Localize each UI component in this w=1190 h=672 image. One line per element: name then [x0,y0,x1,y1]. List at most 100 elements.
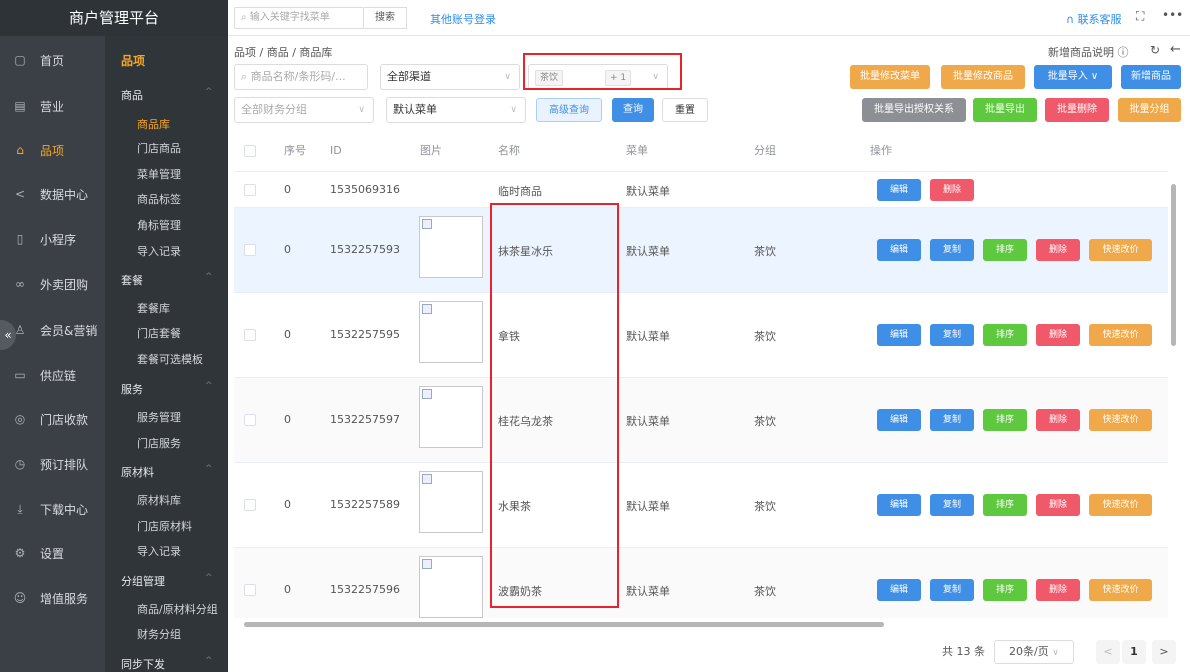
copy-button[interactable]: 复制 [930,239,974,261]
nav-item-delivery[interactable]: ∞ 外卖团购 [0,274,105,294]
section-combo[interactable]: 套餐 ^ [121,272,213,288]
section-goods[interactable]: 商品 ^ [121,87,213,103]
nav-item-data-center[interactable]: < 数据中心 [0,184,105,204]
vertical-scrollbar[interactable] [1170,172,1178,612]
finance-group-select[interactable]: 全部财务分组 ∨ [234,97,374,123]
row-checkbox[interactable] [244,329,256,341]
contact-service-link[interactable]: ∩ 联系客服 [1066,11,1122,27]
row-checkbox[interactable] [244,184,256,196]
edit-button[interactable]: 编辑 [877,579,921,601]
select-all-checkbox[interactable] [244,145,256,157]
copy-button[interactable]: 复制 [930,494,974,516]
query-button[interactable]: 查询 [612,98,654,122]
row-checkbox[interactable] [244,584,256,596]
nav-item-mini-program[interactable]: ▯ 小程序 [0,229,105,249]
menu-search-button[interactable]: 搜索 [364,7,407,29]
edit-button[interactable]: 编辑 [877,179,921,201]
batch-group-button[interactable]: 批量分组 [1118,98,1181,122]
advanced-query-button[interactable]: 高级查询 [536,98,602,122]
batch-export-button[interactable]: 批量导出 [973,98,1037,122]
copy-button[interactable]: 复制 [930,324,974,346]
sub-item-finance-group[interactable]: 财务分组 [137,626,181,642]
sort-button[interactable]: 排序 [983,239,1027,261]
sort-button[interactable]: 排序 [983,494,1027,516]
page-size-select[interactable]: 20条/页 ∨ [994,640,1074,664]
edit-button[interactable]: 编辑 [877,239,921,261]
refresh-icon[interactable]: ↻ [1150,43,1160,57]
delete-button[interactable]: 删除 [1036,579,1080,601]
delete-button[interactable]: 删除 [1036,324,1080,346]
sub-item-store-goods[interactable]: 门店商品 [137,140,181,156]
nav-item-download[interactable]: ⤓ 下载中心 [0,499,105,519]
help-link[interactable]: 新增商品说明 ⓘ [1048,44,1129,60]
sub-item-material-import-log[interactable]: 导入记录 [137,543,181,559]
batch-delete-button[interactable]: 批量删除 [1045,98,1109,122]
next-page-button[interactable]: > [1152,640,1176,664]
delete-button[interactable]: 删除 [1036,409,1080,431]
sort-button[interactable]: 排序 [983,409,1027,431]
sub-item-material-library[interactable]: 原材料库 [137,492,181,508]
nav-item-business[interactable]: ▤ 营业 [0,96,105,116]
page-number[interactable]: 1 [1122,640,1146,664]
batch-edit-menu-button[interactable]: 批量修改菜单 [850,65,930,89]
sub-item-store-service[interactable]: 门店服务 [137,435,181,451]
sort-button[interactable]: 排序 [983,324,1027,346]
product-search-input[interactable]: ⌕ 商品名称/条形码/... [234,64,368,90]
nav-item-supply[interactable]: ▭ 供应链 [0,365,105,385]
quick-price-button[interactable]: 快速改价 [1089,409,1152,431]
section-sync[interactable]: 同步下发 ^ [121,656,213,672]
sub-item-store-combo[interactable]: 门店套餐 [137,325,181,341]
nav-item-payment[interactable]: ◎ 门店收款 [0,409,105,429]
sub-item-menu-manage[interactable]: 菜单管理 [137,166,181,182]
edit-button[interactable]: 编辑 [877,409,921,431]
batch-import-button[interactable]: 批量导入 ∨ [1034,65,1112,89]
batch-export-auth-button[interactable]: 批量导出授权关系 [862,98,966,122]
quick-price-button[interactable]: 快速改价 [1089,239,1152,261]
row-checkbox[interactable] [244,244,256,256]
quick-price-button[interactable]: 快速改价 [1089,494,1152,516]
menu-search-input[interactable]: ⌕ 输入关键字找菜单 [234,7,364,29]
add-goods-button[interactable]: 新增商品 [1121,65,1181,89]
sort-button[interactable]: 排序 [983,579,1027,601]
sub-item-goods-material-group[interactable]: 商品/原材料分组 [137,601,218,617]
scroll-thumb[interactable] [1171,184,1176,346]
prev-page-button[interactable]: < [1096,640,1120,664]
quick-price-button[interactable]: 快速改价 [1089,579,1152,601]
nav-item-home[interactable]: ▢ 首页 [0,50,105,70]
delete-button[interactable]: 删除 [1036,494,1080,516]
delete-button[interactable]: 删除 [930,179,974,201]
nav-item-booking[interactable]: ◷ 预订排队 [0,454,105,474]
copy-button[interactable]: 复制 [930,409,974,431]
section-group-manage[interactable]: 分组管理 ^ [121,573,213,589]
horizontal-scrollbar[interactable] [234,618,1168,630]
other-account-login-link[interactable]: 其他账号登录 [430,11,496,27]
sub-item-combo-template[interactable]: 套餐可选模板 [137,351,203,367]
delete-button[interactable]: 删除 [1036,239,1080,261]
back-icon[interactable]: ← [1170,42,1181,57]
row-checkbox[interactable] [244,414,256,426]
row-checkbox[interactable] [244,499,256,511]
breadcrumb-item[interactable]: 商品 [267,46,289,59]
copy-button[interactable]: 复制 [930,579,974,601]
sub-item-store-material[interactable]: 门店原材料 [137,518,192,534]
sub-item-goods-tags[interactable]: 商品标签 [137,191,181,207]
sub-item-import-log[interactable]: 导入记录 [137,243,181,259]
fullscreen-icon[interactable]: ⛶ [1136,9,1152,25]
more-icon[interactable]: ••• [1162,8,1183,22]
nav-item-products[interactable]: ⌂ 品项 [0,140,105,160]
sub-item-goods-library[interactable]: 商品库 [137,116,170,132]
sub-item-combo-library[interactable]: 套餐库 [137,300,170,316]
batch-edit-goods-button[interactable]: 批量修改商品 [941,65,1025,89]
sub-item-badges[interactable]: 角标管理 [137,217,181,233]
breadcrumb-item[interactable]: 品项 [234,46,256,59]
channel-select[interactable]: 全部渠道 ∨ [380,64,520,90]
section-material[interactable]: 原材料 ^ [121,464,213,480]
nav-item-settings[interactable]: ⚙ 设置 [0,543,105,563]
section-service[interactable]: 服务 ^ [121,381,213,397]
reset-button[interactable]: 重置 [662,98,708,122]
scroll-thumb[interactable] [244,622,884,627]
edit-button[interactable]: 编辑 [877,494,921,516]
nav-item-value-added[interactable]: ☺ 增值服务 [0,588,105,608]
sub-item-service-manage[interactable]: 服务管理 [137,409,181,425]
quick-price-button[interactable]: 快速改价 [1089,324,1152,346]
